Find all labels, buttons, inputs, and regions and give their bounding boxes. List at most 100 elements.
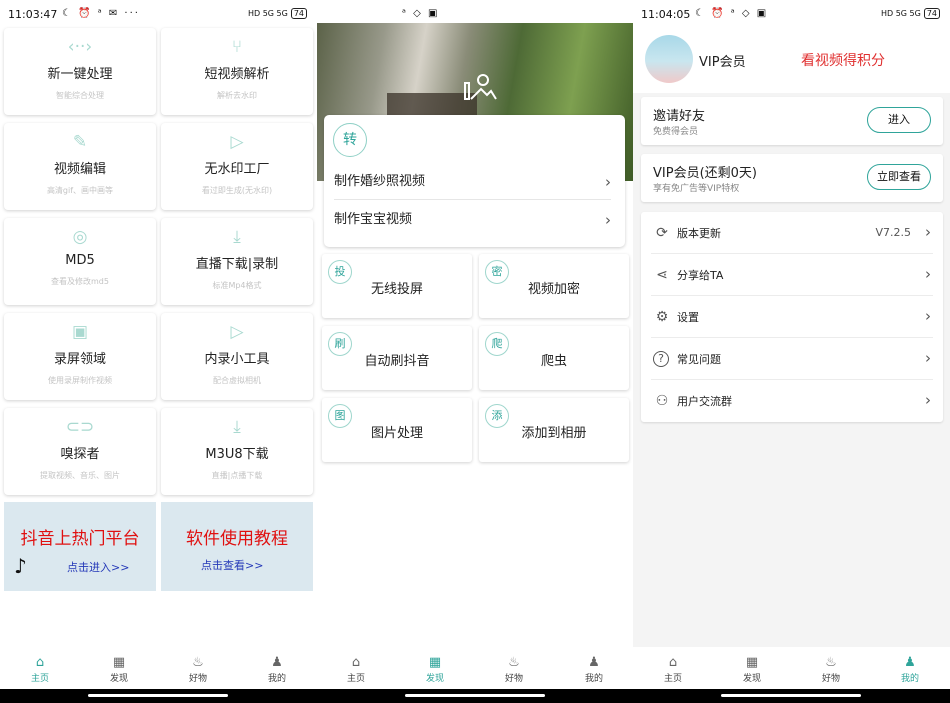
tool-image-process[interactable]: 图 图片处理 xyxy=(322,398,472,462)
vip-subtitle: 享有免广告等VIP特权 xyxy=(653,184,740,194)
promo-tutorial[interactable]: 软件使用教程 点击查看>> xyxy=(161,502,313,591)
tool-add-to-album[interactable]: 添 添加到相册 xyxy=(479,398,629,462)
tab-discover[interactable]: ▦ 发现 xyxy=(410,655,460,684)
card-md5[interactable]: ◎ MD5 查看及修改md5 xyxy=(4,218,156,305)
group-icon: ⚇ xyxy=(655,393,669,409)
grid-icon: ▦ xyxy=(745,655,759,670)
download-icon: ⤓ xyxy=(233,417,241,437)
card-title: MD5 xyxy=(65,253,95,268)
invite-subtitle: 免费得会员 xyxy=(653,127,699,137)
card-subtitle: 解析去水印 xyxy=(217,91,257,100)
menu-version-update[interactable]: ⟳ 版本更新 V7.2.5 › xyxy=(651,212,933,254)
status-icons: ᵃ ◇ ▣ xyxy=(402,8,440,19)
promo-link[interactable]: 点击查看>> xyxy=(201,557,263,573)
card-subtitle: 看过即生成(无水印) xyxy=(201,186,273,195)
play-circle-icon: ▷ xyxy=(230,132,244,152)
tab-discover[interactable]: ▦ 发现 xyxy=(94,655,144,684)
card-video-edit[interactable]: ✎ 视频编辑 高清gif、画中画等 xyxy=(4,123,156,210)
tool-label: 添加到相册 xyxy=(521,426,587,441)
tool-label: 爬虫 xyxy=(540,354,567,369)
invite-title: 邀请好友 xyxy=(653,109,706,124)
card-title: 视频编辑 xyxy=(53,162,106,177)
tab-discover[interactable]: ▦ 发现 xyxy=(727,655,777,684)
battery-icon: 74 xyxy=(290,8,307,19)
mine-screen: 11:04:05 ☾ ⏰ ᵃ ◇ ▣ HD 5G 5G 74 VIP会员 看视频得… xyxy=(633,0,950,703)
tab-home[interactable]: ⌂ 主页 xyxy=(15,655,65,684)
target-icon: ◎ xyxy=(72,227,88,247)
menu-settings[interactable]: ⚙ 设置 › xyxy=(651,296,933,338)
play-circle-icon: ▷ xyxy=(230,322,244,342)
avatar[interactable] xyxy=(645,35,693,83)
invite-friends-box: 邀请好友 免费得会员 进入 xyxy=(641,97,943,145)
home-indicator[interactable] xyxy=(721,694,861,697)
status-bar: 11:03:47 ☾ ⏰ ᵃ ✉ ··· HD 5G 5G 74 xyxy=(0,0,317,28)
bell-icon: ♟ xyxy=(588,655,600,670)
card-new-one-click[interactable]: ‹··› 新一键处理 智能综合处理 xyxy=(4,28,156,115)
tool-crawler[interactable]: 爬 爬虫 xyxy=(479,326,629,390)
promo-link[interactable]: 点击进入>> xyxy=(67,559,129,575)
tool-video-encrypt[interactable]: 密 视频加密 xyxy=(479,254,629,318)
card-sniffer[interactable]: ⊂⊃ 嗅探者 提取视频、音乐、图片 xyxy=(4,408,156,495)
card-internal-record[interactable]: ▷ 内录小工具 配合虚拟相机 xyxy=(161,313,313,400)
chevron-right-icon: › xyxy=(925,391,931,409)
earn-points-link[interactable]: 看视频得积分 xyxy=(801,50,885,70)
card-no-watermark-factory[interactable]: ▷ 无水印工厂 看过即生成(无水印) xyxy=(161,123,313,210)
gear-icon: ⚙ xyxy=(655,309,669,325)
menu-label: 版本更新 xyxy=(677,227,721,240)
app-logo-icon xyxy=(464,74,497,100)
card-title: M3U8下载 xyxy=(205,447,269,462)
row-baby-video[interactable]: 制作宝宝视频 › xyxy=(334,202,611,238)
home-screen: 11:03:47 ☾ ⏰ ᵃ ✉ ··· HD 5G 5G 74 ‹··› 新一键… xyxy=(0,0,317,703)
chevron-right-icon: › xyxy=(925,349,931,367)
home-indicator[interactable] xyxy=(405,694,545,697)
discover-screen: ᵃ ◇ ▣ 转 制作婚纱照视频 › 制作宝宝视频 › 投 无线投屏 密 视频加密 刷… xyxy=(317,0,633,703)
card-subtitle: 直播|点播下载 xyxy=(211,471,263,480)
menu-label: 设置 xyxy=(677,311,699,324)
card-screen-record[interactable]: ▣ 录屏领域 使用录屏制作视频 xyxy=(4,313,156,400)
card-title: 内录小工具 xyxy=(204,352,270,367)
tool-label: 自动刷抖音 xyxy=(364,354,430,369)
fire-icon: ♨ xyxy=(192,655,204,670)
tab-goods[interactable]: ♨ 好物 xyxy=(489,655,539,684)
fork-icon: ⑂ xyxy=(231,37,243,57)
card-m3u8-download[interactable]: ⤓ M3U8下载 直播|点播下载 xyxy=(161,408,313,495)
status-icons: ☾ ⏰ ᵃ ◇ ▣ xyxy=(695,8,769,19)
enter-button[interactable]: 进入 xyxy=(867,107,931,133)
bottom-tab-bar: ⌂ 主页 ▦ 发现 ♨ 好物 ♟ 我的 xyxy=(633,647,950,689)
card-title: 短视频解析 xyxy=(204,67,270,82)
tab-mine[interactable]: ♟ 我的 xyxy=(885,655,935,684)
link-icon: ⊂⊃ xyxy=(65,417,95,437)
tool-auto-douyin[interactable]: 刷 自动刷抖音 xyxy=(322,326,472,390)
promo-douyin[interactable]: 抖音上热门平台 ♪ 点击进入>> xyxy=(4,502,156,591)
tab-mine[interactable]: ♟ 我的 xyxy=(569,655,619,684)
menu-faq[interactable]: ? 常见问题 › xyxy=(651,338,933,380)
share-icon: ⋖ xyxy=(656,267,668,283)
card-subtitle: 提取视频、音乐、图片 xyxy=(40,471,120,480)
bottom-tab-bar: ⌂ 主页 ▦ 发现 ♨ 好物 ♟ 我的 xyxy=(0,647,317,689)
tab-home[interactable]: ⌂ 主页 xyxy=(648,655,698,684)
tool-wireless-cast[interactable]: 投 无线投屏 xyxy=(322,254,472,318)
home-icon: ⌂ xyxy=(351,655,361,670)
refresh-icon: ⟳ xyxy=(656,225,668,241)
vip-name: VIP会员 xyxy=(699,55,746,70)
tab-mine[interactable]: ♟ 我的 xyxy=(252,655,302,684)
status-time: 11:04:05 xyxy=(641,8,691,21)
tab-goods[interactable]: ♨ 好物 xyxy=(173,655,223,684)
home-icon: ⌂ xyxy=(668,655,678,670)
card-short-video-parse[interactable]: ⑂ 短视频解析 解析去水印 xyxy=(161,28,313,115)
menu-share[interactable]: ⋖ 分享给TA › xyxy=(651,254,933,296)
row-wedding-video[interactable]: 制作婚纱照视频 › xyxy=(334,164,611,200)
tab-home[interactable]: ⌂ 主页 xyxy=(331,655,381,684)
home-indicator[interactable] xyxy=(88,694,228,697)
settings-menu: ⟳ 版本更新 V7.2.5 › ⋖ 分享给TA › ⚙ 设置 › ? 常见问题 … xyxy=(641,212,943,422)
view-now-button[interactable]: 立即查看 xyxy=(867,164,931,190)
card-subtitle: 智能综合处理 xyxy=(56,91,104,100)
system-nav-bar xyxy=(633,689,950,703)
card-live-download[interactable]: ⤓ 直播下载|录制 标准Mp4格式 xyxy=(161,218,313,305)
fire-icon: ♨ xyxy=(825,655,837,670)
code-icon: ‹··› xyxy=(67,37,93,57)
tab-goods[interactable]: ♨ 好物 xyxy=(806,655,856,684)
pencil-icon: ✎ xyxy=(72,132,88,152)
menu-user-group[interactable]: ⚇ 用户交流群 › xyxy=(651,380,933,422)
chevron-right-icon: › xyxy=(605,173,611,191)
